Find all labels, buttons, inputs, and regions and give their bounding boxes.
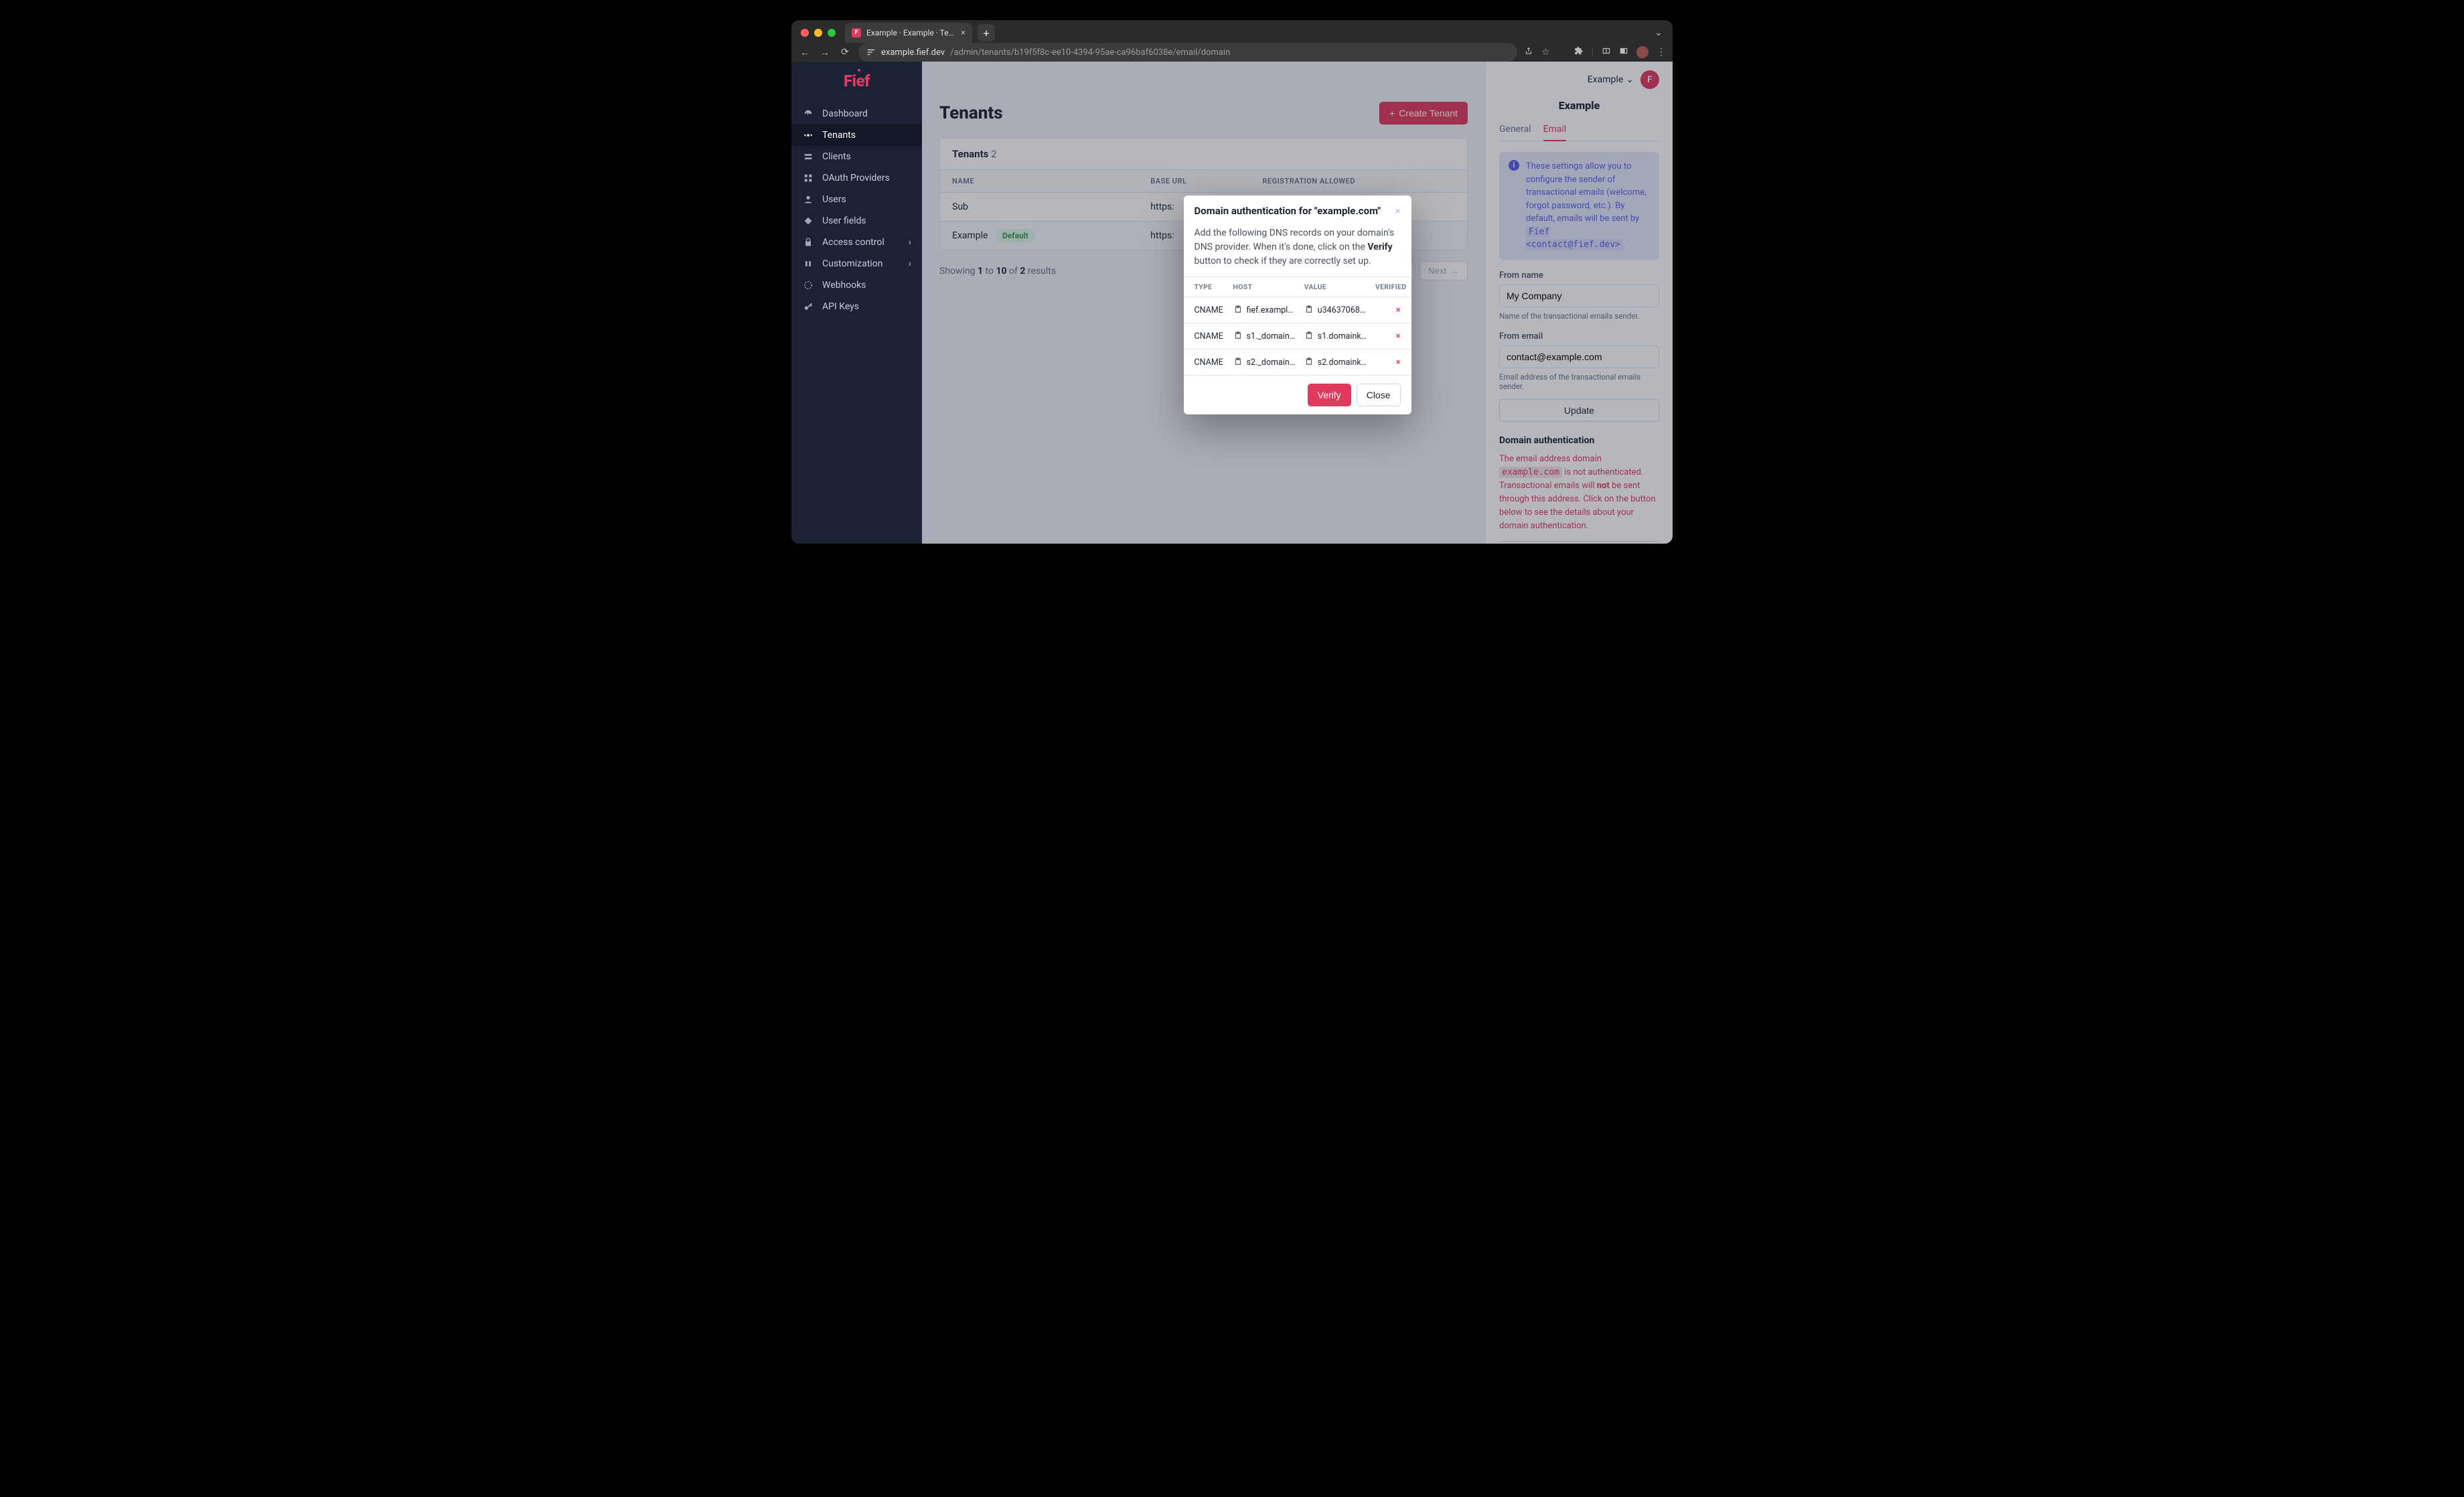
panel-icon[interactable] <box>1602 46 1611 58</box>
sidebar-item-label: User fields <box>822 216 866 226</box>
browser-address-bar: ← → ⟳ example.fief.dev/admin/tenants/b19… <box>791 43 1673 62</box>
customization-icon <box>802 258 814 269</box>
clipboard-icon[interactable] <box>1304 304 1314 316</box>
sidebar-item-label: Clients <box>822 151 851 162</box>
sidebar-item-customization[interactable]: Customization › <box>791 253 922 274</box>
browser-tab[interactable]: F Example · Example · Tenants × <box>845 23 972 43</box>
modal-title: Domain authentication for "example.com" <box>1195 205 1389 217</box>
dns-records-table: TYPE HOST VALUE VERIFIED CNAME <box>1184 277 1411 375</box>
sidebar-item-label: Access control <box>822 237 884 248</box>
menu-kebab-icon[interactable]: ⋮ <box>1657 47 1666 58</box>
sidebar-item-label: Customization <box>822 258 882 269</box>
profile-avatar-icon[interactable] <box>1636 46 1648 58</box>
tab-favicon: F <box>852 28 861 37</box>
traffic-minimize[interactable] <box>814 29 822 37</box>
not-verified-icon: × <box>1396 331 1401 341</box>
share-icon[interactable] <box>1524 46 1533 58</box>
sidebar-item-webhooks[interactable]: Webhooks <box>791 274 922 296</box>
modal-backdrop[interactable]: Domain authentication for "example.com" … <box>922 62 1673 544</box>
users-icon <box>802 194 814 205</box>
lock-icon <box>802 237 814 248</box>
bookmark-icon[interactable]: ☆ <box>1541 47 1550 58</box>
url-path: /admin/tenants/b19f5f8c-ee10-4394-95ae-c… <box>950 48 1230 58</box>
sidebar-item-clients[interactable]: Clients <box>791 146 922 167</box>
sidebar-item-tenants[interactable]: Tenants <box>791 125 922 146</box>
address-field[interactable]: example.fief.dev/admin/tenants/b19f5f8c-… <box>858 43 1517 62</box>
sidebar-item-label: Webhooks <box>822 280 866 291</box>
clipboard-icon[interactable] <box>1233 330 1243 342</box>
col-host: HOST <box>1229 277 1300 297</box>
userfields-icon <box>802 216 814 226</box>
new-tab-button[interactable]: + <box>978 24 995 42</box>
window-traffic-lights <box>801 29 836 37</box>
tenants-icon <box>802 130 814 141</box>
webhooks-icon <box>802 280 814 291</box>
traffic-zoom[interactable] <box>828 29 836 37</box>
nav-back-icon[interactable]: ← <box>798 47 812 58</box>
col-type: TYPE <box>1184 277 1229 297</box>
sidebar-item-users[interactable]: Users <box>791 189 922 210</box>
clipboard-icon[interactable] <box>1304 330 1314 342</box>
sidebar-item-label: Dashboard <box>822 108 868 119</box>
sidebar-item-oauth[interactable]: OAuth Providers <box>791 167 922 189</box>
sidebar-item-label: OAuth Providers <box>822 173 890 183</box>
dns-row: CNAME fief.example.... u34637068.... × <box>1184 297 1411 323</box>
col-value: VALUE <box>1300 277 1371 297</box>
close-button[interactable]: Close <box>1357 384 1401 406</box>
sidebar-item-dashboard[interactable]: Dashboard <box>791 103 922 125</box>
tab-title: Example · Example · Tenants <box>866 28 955 37</box>
not-verified-icon: × <box>1396 358 1401 368</box>
app-sidebar: Fief Dashboard Tenants Clients OAuth Pro… <box>791 62 922 544</box>
modal-close-icon[interactable]: × <box>1395 205 1400 217</box>
url-host: example.fief.dev <box>881 48 945 58</box>
sidebar-toggle-icon[interactable] <box>1619 46 1628 58</box>
apikeys-icon <box>802 301 814 312</box>
dns-row: CNAME s1._domaink... s1.domainke... × <box>1184 323 1411 349</box>
traffic-close[interactable] <box>801 29 809 37</box>
nav-forward-icon[interactable]: → <box>818 47 832 58</box>
chevron-right-icon: › <box>909 258 911 269</box>
tab-close-icon[interactable]: × <box>961 28 966 38</box>
browser-tab-bar: F Example · Example · Tenants × + ⌄ <box>791 20 1673 43</box>
sidebar-item-label: Users <box>822 194 846 205</box>
sidebar-item-userfields[interactable]: User fields <box>791 210 922 232</box>
clipboard-icon[interactable] <box>1233 356 1243 368</box>
dns-row: CNAME s2._domaink... s2.domainke... × <box>1184 349 1411 376</box>
oauth-icon <box>802 173 814 183</box>
nav-reload-icon[interactable]: ⟳ <box>838 47 852 58</box>
sidebar-item-label: API Keys <box>822 301 859 312</box>
clients-icon <box>802 151 814 162</box>
dashboard-icon <box>802 108 814 119</box>
sidebar-item-label: Tenants <box>822 130 856 141</box>
domain-auth-modal: Domain authentication for "example.com" … <box>1184 195 1411 414</box>
chevron-right-icon: › <box>909 237 911 248</box>
sidebar-item-apikeys[interactable]: API Keys <box>791 296 922 317</box>
extensions-icon[interactable] <box>1574 46 1584 58</box>
not-verified-icon: × <box>1396 305 1401 315</box>
brand-name: Fief <box>844 72 870 90</box>
tune-icon <box>866 48 876 57</box>
verify-button[interactable]: Verify <box>1308 384 1351 406</box>
col-verified: VERIFIED <box>1371 277 1411 297</box>
modal-body: Add the following DNS records on your do… <box>1184 224 1411 277</box>
clipboard-icon[interactable] <box>1233 304 1243 316</box>
sidebar-item-access-control[interactable]: Access control › <box>791 232 922 253</box>
brand-logo[interactable]: Fief <box>791 64 922 98</box>
tab-overflow-icon[interactable]: ⌄ <box>1650 27 1667 38</box>
clipboard-icon[interactable] <box>1304 356 1314 368</box>
sidebar-nav: Dashboard Tenants Clients OAuth Provider… <box>791 103 922 317</box>
